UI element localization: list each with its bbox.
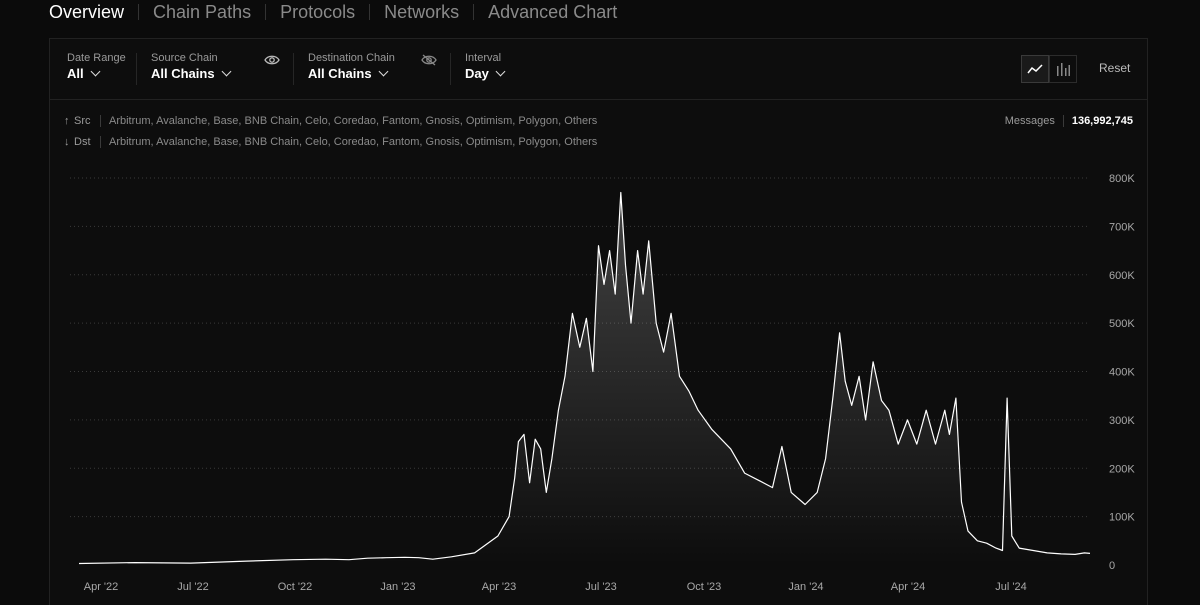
x-tick-label: Jul '24 [995,581,1026,593]
tab-divider [369,4,371,20]
messages-chart: 0 100K 200K 300K 400K 500K 600K 700K 800K Apr '2… [70,173,1135,593]
x-tick-label: Apr '22 [84,581,119,593]
y-tick-label: 400K [1109,367,1135,379]
y-tick-label: 100K [1109,512,1135,524]
x-tick-label: Jul '22 [177,581,208,593]
tab-overview[interactable]: Overview [49,2,124,23]
y-tick-label: 800K [1109,173,1135,185]
y-tick-label: 0 [1109,560,1115,572]
top-tabs: Overview Chain Paths Protocols Networks … [49,0,617,24]
x-tick-label: Jul '23 [585,581,616,593]
x-tick-label: Jan '23 [380,581,415,593]
x-tick-label: Apr '23 [482,581,517,593]
y-tick-label: 300K [1109,415,1135,427]
tab-advanced-chart[interactable]: Advanced Chart [488,2,617,23]
y-tick-label: 700K [1109,221,1135,233]
x-axis-ticks: Apr '22 Jul '22 Oct '22 Jan '23 Apr '23 Jul '… [84,581,1027,593]
tab-divider [138,4,140,20]
area-fill-layer [79,192,1090,565]
tab-divider [265,4,267,20]
series-area [79,192,1090,565]
y-tick-label: 500K [1109,318,1135,330]
y-tick-label: 600K [1109,270,1135,282]
y-axis-ticks: 0 100K 200K 300K 400K 500K 600K 700K 800K [1109,173,1135,572]
tab-divider [473,4,475,20]
x-tick-label: Oct '23 [687,581,722,593]
tab-chain-paths[interactable]: Chain Paths [153,2,251,23]
y-tick-label: 200K [1109,463,1135,475]
tab-protocols[interactable]: Protocols [280,2,355,23]
x-tick-label: Oct '22 [278,581,313,593]
chart-panel: Date Range All Source Chain All Chains D… [49,38,1148,605]
x-tick-label: Apr '24 [891,581,926,593]
tab-networks[interactable]: Networks [384,2,459,23]
x-tick-label: Jan '24 [788,581,823,593]
